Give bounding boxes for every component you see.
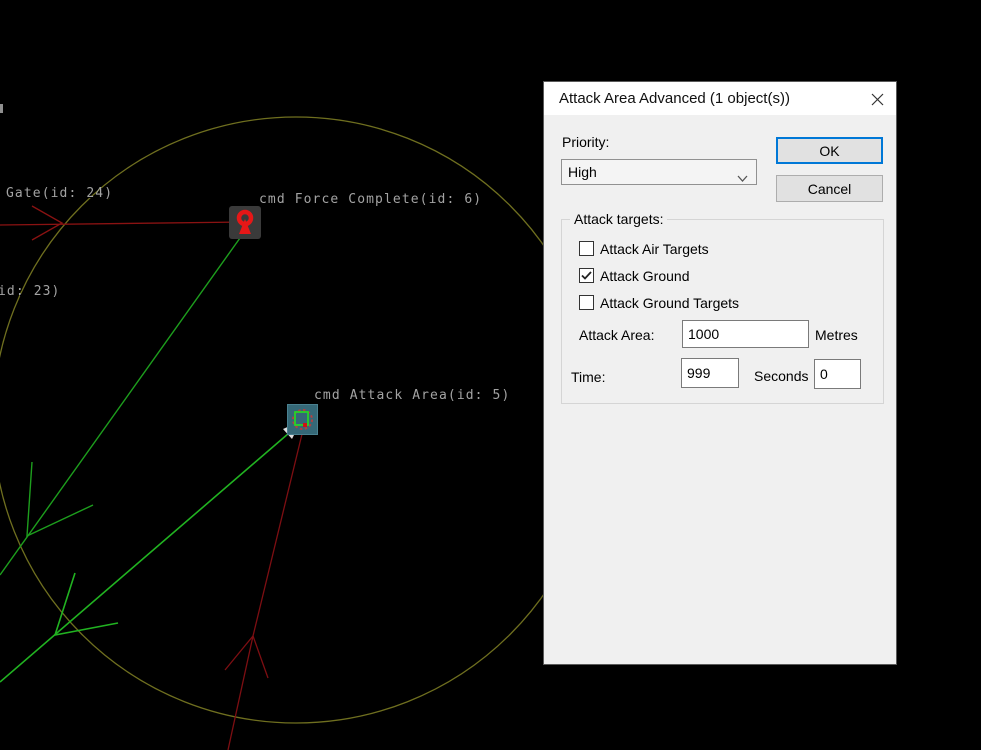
- checkbox-attack-air-targets[interactable]: Attack Air Targets: [579, 240, 709, 257]
- label-id23-partial: id: 23): [0, 284, 61, 299]
- cancel-button[interactable]: Cancel: [776, 175, 883, 202]
- attack-area-label: Attack Area:: [579, 327, 655, 343]
- checkbox-label: Attack Ground: [600, 267, 690, 284]
- clipped-label-fragment: [0, 104, 3, 113]
- label-cmd-attack-area: cmd Attack Area(id: 5): [314, 388, 511, 403]
- checkbox-label: Attack Ground Targets: [600, 294, 740, 311]
- checkbox-attack-ground-targets[interactable]: Attack Ground Targets: [579, 294, 739, 311]
- close-icon[interactable]: [868, 90, 886, 108]
- checkbox-icon: [579, 295, 594, 310]
- priority-dropdown[interactable]: High: [561, 159, 757, 185]
- red-link-line-1: [0, 205, 246, 241]
- force-complete-icon[interactable]: [229, 206, 261, 244]
- time-unit: Seconds: [754, 368, 809, 384]
- label-gate: Gate(id: 24): [6, 186, 114, 201]
- attack-targets-legend: Attack targets:: [570, 211, 668, 227]
- time-seconds-input[interactable]: [814, 359, 861, 389]
- time-label: Time:: [571, 369, 606, 385]
- attack-area-input[interactable]: [682, 320, 809, 348]
- checkbox-label: Attack Air Targets: [600, 240, 709, 257]
- attack-area-icon[interactable]: [287, 404, 318, 440]
- green-direction-line-1: [0, 230, 246, 576]
- checkbox-attack-ground[interactable]: Attack Ground: [579, 267, 690, 284]
- dialog-title: Attack Area Advanced (1 object(s)): [559, 90, 790, 107]
- ok-button[interactable]: OK: [776, 137, 883, 164]
- attack-area-advanced-dialog: Attack Area Advanced (1 object(s)) Prior…: [543, 81, 897, 665]
- dialog-title-bar[interactable]: Attack Area Advanced (1 object(s)): [544, 82, 896, 115]
- checkbox-icon: [579, 268, 594, 283]
- time-input[interactable]: [681, 358, 739, 388]
- editor-screen: Gate(id: 24) id: 23) cmd Force Complete(…: [0, 0, 981, 750]
- priority-value: High: [568, 164, 597, 180]
- chevron-down-icon: [737, 169, 748, 185]
- priority-label: Priority:: [562, 134, 610, 150]
- label-cmd-force-complete: cmd Force Complete(id: 6): [259, 192, 483, 207]
- checkbox-icon: [579, 241, 594, 256]
- attack-area-unit: Metres: [815, 327, 858, 343]
